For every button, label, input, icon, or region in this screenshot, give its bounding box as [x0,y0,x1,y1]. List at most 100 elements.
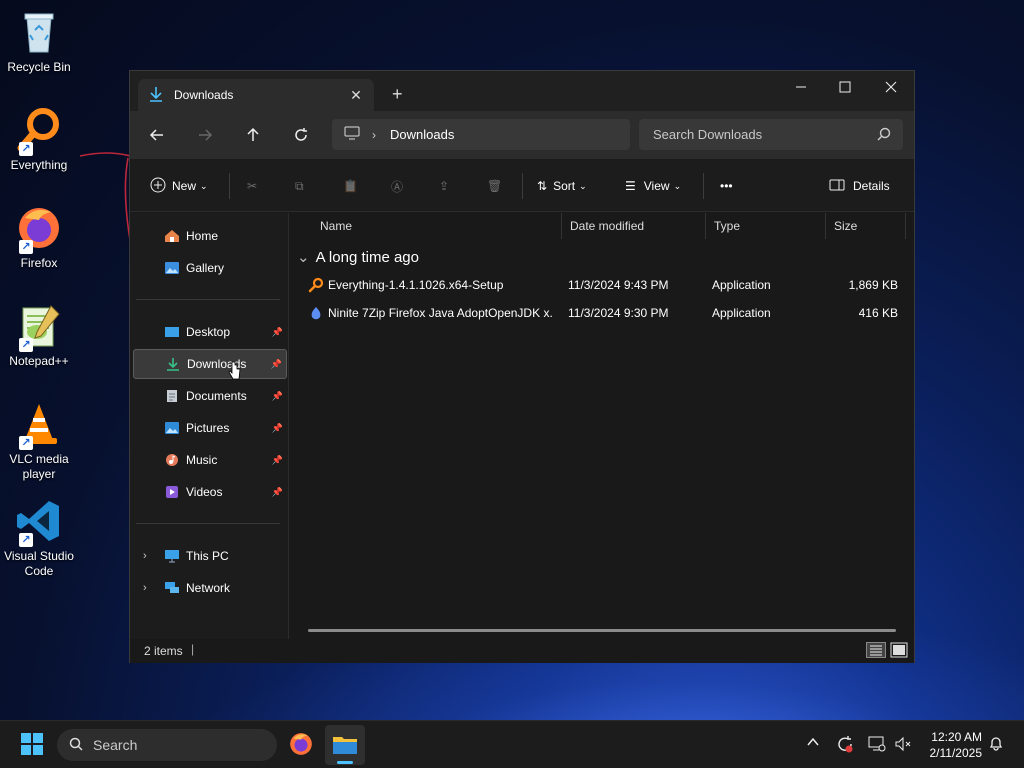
desktop-icon-vscode[interactable]: ↗ Visual Studio Code [0,497,78,579]
navigation-pane: Home Gallery Desktop 📌 Downloads 📌 Docum… [130,213,289,639]
table-row[interactable]: Everything-1.4.1.1026.x64-Setup 11/3/202… [298,271,902,299]
chevron-right-icon[interactable]: › [143,550,147,562]
sidebar-item-this-pc[interactable]: › This PC [133,541,287,571]
sort-button[interactable]: ⇅ Sort ⌄ [537,175,587,197]
taskbar-search-box[interactable]: Search [57,729,277,761]
notifications-button[interactable] [988,735,1004,754]
group-header[interactable]: ⌄ A long time ago [297,248,419,267]
sidebar-item-videos[interactable]: Videos 📌 [133,477,287,507]
vlc-icon: ↗ [15,400,63,450]
show-hidden-icons-button[interactable] [806,735,820,752]
table-row[interactable]: Ninite 7Zip Firefox Java AdoptOpenJDK x.… [298,299,902,327]
sidebar-item-network[interactable]: › Network [133,573,287,603]
firefox-icon [288,731,314,760]
status-bar: 2 items | [130,639,914,663]
view-button[interactable]: ☰ View ⌄ [625,175,681,197]
bell-icon [989,737,1003,751]
details-view-toggle[interactable] [866,642,886,661]
documents-folder-icon [163,388,181,404]
pin-icon: 📌 [271,390,283,401]
delete-button[interactable]: 🗑 [487,175,502,197]
refresh-button[interactable] [289,123,313,147]
network-status-icon[interactable] [868,735,886,756]
sort-label: Sort [553,179,576,193]
scissors-icon: ✂ [247,179,258,193]
sidebar-item-gallery[interactable]: Gallery [133,253,287,283]
copy-button[interactable]: ⧉ [295,175,304,197]
item-count: 2 items [144,644,183,658]
desktop-icon-label: Notepad++ [9,354,69,368]
new-button[interactable]: New ⌄ [150,175,208,197]
new-tab-button[interactable]: + [392,84,403,105]
column-header-name[interactable]: Name [312,213,562,239]
divider [229,173,230,199]
sidebar-item-downloads[interactable]: Downloads 📌 [133,349,287,379]
start-button[interactable] [12,725,52,765]
column-header-type[interactable]: Type [706,213,826,239]
file-explorer-window: Downloads ✕ + › Downloads Search Downloa… [129,70,915,663]
pictures-folder-icon [163,420,181,436]
chevron-down-icon: ⌄ [200,180,208,191]
sidebar-item-pictures[interactable]: Pictures 📌 [133,413,287,443]
tiles-view-toggle[interactable] [890,642,908,661]
maximize-button[interactable] [822,71,868,103]
desktop-icon-everything[interactable]: ↗ Everything [0,106,78,173]
chevron-right-icon[interactable]: › [143,582,147,594]
chevron-right-icon: › [372,127,376,142]
ninite-icon [308,305,324,324]
search-placeholder: Search Downloads [653,127,763,142]
more-options-button[interactable]: ••• [720,175,733,197]
clock-date: 2/11/2025 [929,746,983,760]
back-button[interactable] [145,123,169,147]
volume-muted-icon[interactable] [894,735,912,756]
divider [136,523,280,524]
share-button[interactable]: ⇪ [439,175,449,197]
tab-downloads[interactable]: Downloads ✕ [138,79,374,111]
sidebar-item-music[interactable]: Music 📌 [133,445,287,475]
details-pane-icon [829,179,845,194]
minimize-button[interactable] [778,71,824,103]
file-size: 1,869 KB [848,278,898,292]
desktop-icon-notepadpp[interactable]: ↗ Notepad++ [0,302,78,369]
horizontal-scrollbar[interactable] [308,629,896,632]
column-header-date-modified[interactable]: Date modified [562,213,706,239]
close-button[interactable] [868,71,914,103]
rename-button[interactable]: Ⓐ [391,175,403,197]
cut-button[interactable]: ✂ [247,175,257,197]
sidebar-item-documents[interactable]: Documents 📌 [133,381,287,411]
desktop-icon-firefox[interactable]: ↗ Firefox [0,204,78,271]
address-bar[interactable]: › Downloads [332,119,630,150]
chevron-up-icon [807,737,819,746]
sidebar-item-label: Music [186,453,218,467]
sort-icon: ⇅ [537,179,548,193]
desktop-icon-label: VLC media player [9,452,69,481]
file-name: Ninite 7Zip Firefox Java AdoptOpenJDK x.… [328,306,552,320]
up-button[interactable] [241,123,265,147]
breadcrumb[interactable]: Downloads [390,127,454,142]
taskbar-firefox[interactable] [281,725,321,765]
details-button[interactable]: Details [829,175,890,197]
videos-folder-icon [163,484,181,500]
table-row[interactable] [298,342,902,370]
forward-button[interactable] [193,123,217,147]
everything-setup-icon [308,277,324,296]
update-status-icon[interactable] [836,735,854,756]
taskbar-clock[interactable]: 12:20 AM 2/11/2025 [920,729,983,761]
column-header-size[interactable]: Size [826,213,906,239]
sidebar-item-desktop[interactable]: Desktop 📌 [133,317,287,347]
file-date: 11/3/2024 9:30 PM [568,306,669,320]
sidebar-item-label: Home [186,229,219,243]
desktop-icon-vlc[interactable]: ↗ VLC media player [0,400,78,482]
file-list: Name Date modified Type Size ⌄ A long ti… [290,213,914,639]
firefox-icon: ↗ [15,204,63,254]
shortcut-arrow-icon: ↗ [19,436,33,450]
desktop-icon-recycle-bin[interactable]: Recycle Bin [0,8,78,75]
vscode-icon: ↗ [15,497,63,547]
download-icon [148,86,166,105]
paste-button[interactable]: 📋 [343,175,358,197]
tab-close-icon[interactable]: ✕ [348,87,364,104]
taskbar-file-explorer[interactable] [325,725,365,765]
search-input[interactable]: Search Downloads [639,119,903,150]
this-pc-icon [163,548,181,564]
sidebar-item-home[interactable]: Home [133,221,287,251]
